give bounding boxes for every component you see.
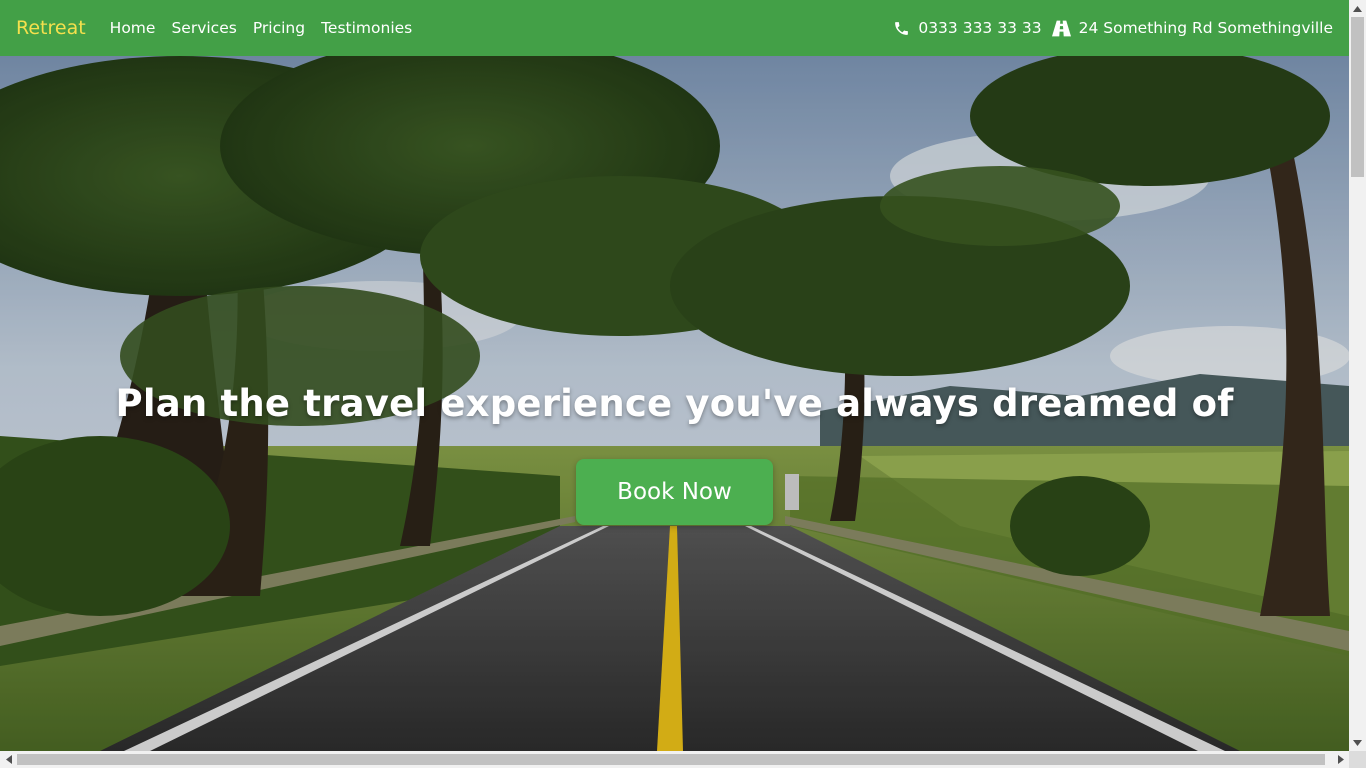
hero-title: Plan the travel experience you've always… [115, 382, 1234, 425]
scroll-right-arrow-icon[interactable] [1332, 751, 1349, 768]
horizontal-scrollbar[interactable] [0, 751, 1349, 768]
brand-logo-link[interactable]: Retreat [16, 17, 86, 39]
scroll-up-arrow-icon[interactable] [1349, 0, 1366, 17]
phone-contact: 0333 333 33 33 [893, 19, 1042, 37]
book-now-button[interactable]: Book Now [576, 459, 773, 525]
horizontal-scrollbar-thumb[interactable] [17, 754, 1325, 765]
page-viewport: Retreat Home Services Pricing Testimonie… [0, 0, 1349, 751]
nav-link-services[interactable]: Services [171, 19, 236, 37]
nav-link-testimonies[interactable]: Testimonies [321, 19, 412, 37]
vertical-scrollbar-thumb[interactable] [1351, 17, 1364, 177]
contact-info: 0333 333 33 33 24 Something Rd Something… [893, 19, 1333, 37]
nav-links: Home Services Pricing Testimonies [110, 19, 429, 37]
vertical-scrollbar[interactable] [1349, 0, 1366, 751]
hero-section: Plan the travel experience you've always… [0, 56, 1349, 751]
phone-number: 0333 333 33 33 [918, 19, 1042, 37]
scroll-down-arrow-icon[interactable] [1349, 734, 1366, 751]
scroll-left-arrow-icon[interactable] [0, 751, 17, 768]
road-icon [1051, 20, 1071, 36]
nav-link-pricing[interactable]: Pricing [253, 19, 305, 37]
nav-link-home[interactable]: Home [110, 19, 156, 37]
scrollbar-corner [1349, 751, 1366, 768]
phone-icon [895, 21, 909, 35]
top-navbar: Retreat Home Services Pricing Testimonie… [0, 0, 1349, 56]
address-text: 24 Something Rd Somethingville [1078, 19, 1333, 37]
address-contact: 24 Something Rd Somethingville [1051, 19, 1333, 37]
